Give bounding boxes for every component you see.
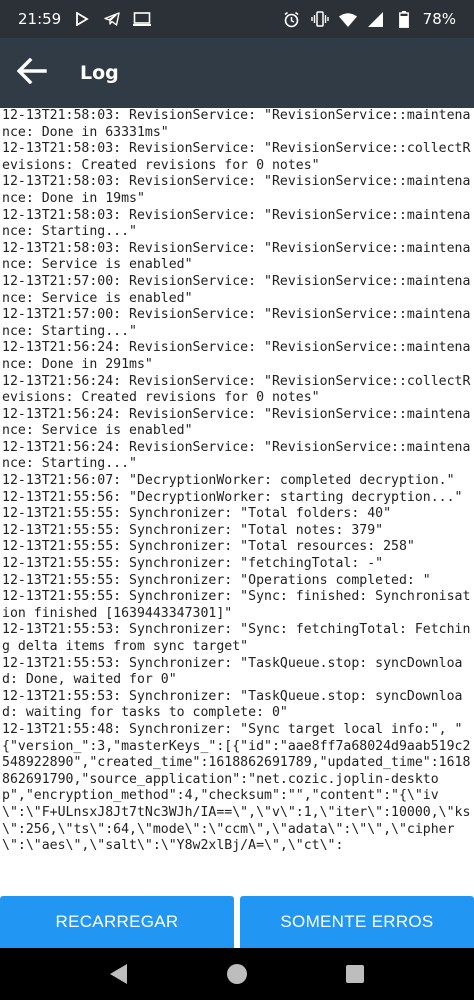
log-entry: 12-13T21:55:53: Synchronizer: "TaskQueue… xyxy=(2,688,463,721)
arrow-back-icon xyxy=(16,57,47,88)
status-left: 21:59 xyxy=(0,10,152,28)
wifi-icon xyxy=(338,10,357,28)
log-entry: 12-13T21:58:03: RevisionService: "Revisi… xyxy=(2,141,471,173)
log-entry: 12-13T21:58:03: RevisionService: "Revisi… xyxy=(2,240,471,273)
cast-icon xyxy=(133,10,152,28)
errors-only-button[interactable]: SOMENTE ERROS xyxy=(240,896,474,948)
nav-home-icon[interactable] xyxy=(224,961,250,987)
status-time: 21:59 xyxy=(18,10,62,28)
vibrate-icon xyxy=(310,10,329,28)
back-button[interactable] xyxy=(0,38,64,108)
signal-icon xyxy=(367,10,385,28)
log-entry: 12-13T21:55:55: Synchronizer: "Operation… xyxy=(2,572,431,588)
log-entry: 12-13T21:55:53: Synchronizer: "Sync: fet… xyxy=(2,622,471,654)
log-entry: 12-13T21:55:55: Synchronizer: "Total fol… xyxy=(2,506,392,522)
page-title: Log xyxy=(80,62,119,84)
log-entry: 12-13T21:56:07: "DecryptionWorker: compl… xyxy=(2,473,455,489)
log-list: 12-13T21:58:03: RevisionService: "Revisi… xyxy=(0,108,474,855)
alarm-icon xyxy=(283,10,301,28)
nav-recents-icon[interactable] xyxy=(342,961,368,987)
nav-back-icon[interactable] xyxy=(106,961,132,987)
log-entry: 12-13T21:55:55: Synchronizer: "Total res… xyxy=(2,539,415,555)
log-entry: 12-13T21:58:03: RevisionService: "Revisi… xyxy=(2,207,471,240)
log-entry: 12-13T21:55:55: Synchronizer: "fetchingT… xyxy=(2,556,384,572)
log-entry: 12-13T21:56:24: RevisionService: "Revisi… xyxy=(2,373,471,406)
log-scroll-area[interactable]: 12-13T21:58:03: RevisionService: "Revisi… xyxy=(0,108,474,896)
battery-percentage: 78% xyxy=(422,10,456,28)
status-right: 78% xyxy=(283,10,474,28)
telegram-icon xyxy=(103,10,121,28)
log-entry: 12-13T21:58:03: RevisionService: "Revisi… xyxy=(2,108,471,140)
log-entry: 12-13T21:55:56: "DecryptionWorker: start… xyxy=(2,489,463,505)
play-icon xyxy=(73,10,91,28)
log-entry: 12-13T21:55:55: Synchronizer: "Total not… xyxy=(2,522,384,538)
system-nav-bar xyxy=(0,948,474,1000)
log-entry: 12-13T21:55:53: Synchronizer: "TaskQueue… xyxy=(2,655,463,688)
log-entry: 12-13T21:58:03: RevisionService: "Revisi… xyxy=(2,174,471,206)
app-bar: Log xyxy=(0,38,474,108)
log-entry: 12-13T21:55:48: Synchronizer: "Sync targ… xyxy=(2,721,471,854)
reload-button[interactable]: RECARREGAR xyxy=(0,896,234,948)
log-entry: 12-13T21:57:00: RevisionService: "Revisi… xyxy=(2,307,471,339)
log-entry: 12-13T21:57:00: RevisionService: "Revisi… xyxy=(2,273,471,306)
battery-icon xyxy=(395,10,413,28)
log-entry: 12-13T21:56:24: RevisionService: "Revisi… xyxy=(2,439,471,472)
bottom-button-bar: RECARREGAR SOMENTE ERROS xyxy=(0,896,474,948)
log-entry: 12-13T21:55:55: Synchronizer: "Sync: fin… xyxy=(2,589,471,621)
status-bar: 21:59 78% xyxy=(0,0,474,38)
log-entry: 12-13T21:56:24: RevisionService: "Revisi… xyxy=(2,406,471,439)
log-entry: 12-13T21:56:24: RevisionService: "Revisi… xyxy=(2,340,471,372)
